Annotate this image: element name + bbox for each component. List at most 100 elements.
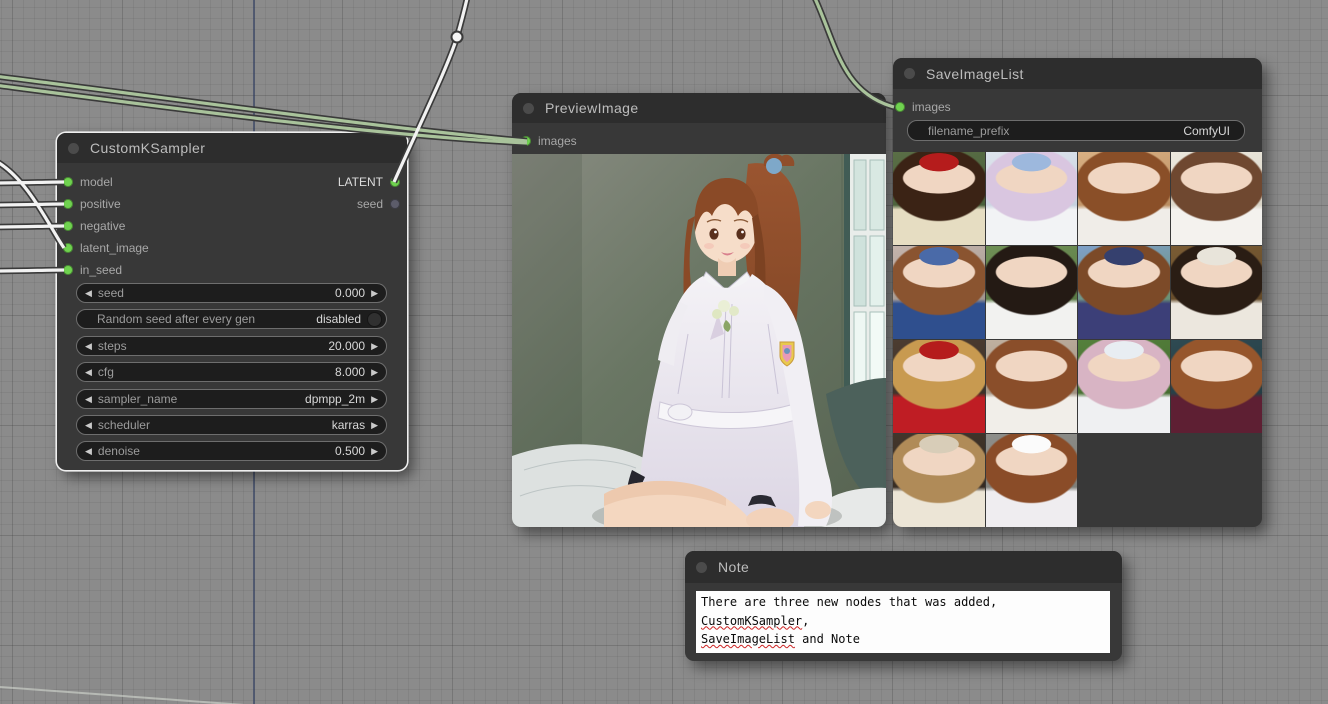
node-titlebar[interactable]: SaveImageList [893,58,1262,89]
increment-arrow-icon[interactable]: ▶ [371,395,378,404]
collapse-dot-icon[interactable] [68,143,79,154]
note-textarea[interactable]: There are three new nodes that was added… [696,591,1110,653]
decrement-arrow-icon[interactable]: ◀ [85,368,92,377]
node-save-image-list[interactable]: SaveImageList images filename_prefixComfy… [893,58,1262,527]
decrement-arrow-icon[interactable]: ◀ [85,395,92,404]
wire-latent-image-in [0,160,64,248]
widget-value: karras [332,418,365,432]
faint-wire-bottom-left [0,687,258,704]
note-text-segment: , [802,614,809,628]
increment-arrow-icon[interactable]: ▶ [371,289,378,298]
input-dot-icon[interactable] [63,199,73,209]
widget-sampler-name[interactable]: ◀ sampler_name dpmpp_2m ▶ [76,389,387,409]
note-word-misspelled: SaveImageList [701,632,795,646]
increment-arrow-icon[interactable]: ▶ [371,342,378,351]
input-port-model[interactable]: model [63,173,113,191]
decrement-arrow-icon[interactable]: ◀ [85,289,92,298]
note-text-segment: There are three new nodes that was added… [701,595,997,609]
widget-steps[interactable]: ◀ steps 20.000 ▶ [76,336,387,356]
widget-scheduler[interactable]: ◀ scheduler karras ▶ [76,415,387,435]
saved-image-thumbnail-girl-blue-swimsuit-room [893,246,985,339]
saved-image-thumbnail-girl-double-buns-navy [1078,246,1170,339]
note-word-misspelled: CustomKSampler [701,614,802,628]
port-label: seed [357,197,383,211]
reroute-dot[interactable] [452,32,463,43]
input-port-latent_image[interactable]: latent_image [63,239,149,257]
node-graph-canvas[interactable]: CustomKSampler model positive negative late… [0,0,1328,704]
saved-images-grid [893,152,1262,527]
wire-in-seed-in [0,270,64,271]
port-label: images [912,100,951,114]
node-titlebar[interactable]: PreviewImage [512,93,886,123]
collapse-dot-icon[interactable] [696,562,707,573]
increment-arrow-icon[interactable]: ▶ [371,421,378,430]
input-port-positive[interactable]: positive [63,195,121,213]
saved-image-thumbnail-girl-blonde-red-dress [893,340,985,433]
input-port-images[interactable]: images [895,98,951,116]
saved-image-thumbnail-girl-white-blouse-warm [1078,152,1170,245]
saved-image-thumbnail-girl-maroon-top-dark [1171,340,1263,433]
saved-image-thumbnail-girl-red-beret-painting [893,152,985,245]
decrement-arrow-icon[interactable]: ◀ [85,342,92,351]
saved-image-thumbnail-girl-black-hair-suspenders [986,246,1078,339]
node-custom-ksampler[interactable]: CustomKSampler model positive negative late… [57,133,407,470]
widget-value: 0.500 [335,444,365,458]
collapse-dot-icon[interactable] [523,103,534,114]
port-label: latent_image [80,241,149,255]
decrement-arrow-icon[interactable]: ◀ [85,447,92,456]
wire-positive-in [0,204,64,205]
preview-image-figure [512,154,886,527]
port-label: images [538,134,577,148]
output-port-latent[interactable]: LATENT [338,173,400,191]
widget-denoise[interactable]: ◀ denoise 0.500 ▶ [76,441,387,461]
widget-filename-prefix[interactable]: filename_prefixComfyUI [907,120,1245,141]
node-preview-image[interactable]: PreviewImage [512,93,886,527]
wire-image-to-save-list [813,0,894,107]
widget-label: sampler_name [98,392,177,406]
note-text-segment: and Note [795,632,860,646]
input-port-negative[interactable]: negative [63,217,125,235]
collapse-dot-icon[interactable] [904,68,915,79]
increment-arrow-icon[interactable]: ▶ [371,368,378,377]
decrement-arrow-icon[interactable]: ◀ [85,421,92,430]
input-dot-icon[interactable] [521,136,531,146]
increment-arrow-icon[interactable]: ▶ [371,447,378,456]
node-titlebar[interactable]: CustomKSampler [57,133,407,163]
widget-label: denoise [98,444,140,458]
input-port-images[interactable]: images [521,132,577,150]
input-dot-icon[interactable] [63,265,73,275]
widget-label: filename_prefix [928,124,1009,138]
port-label: negative [80,219,125,233]
input-port-in_seed[interactable]: in_seed [63,261,122,279]
output-port-seed[interactable]: seed [357,195,400,213]
input-dot-icon[interactable] [63,177,73,187]
input-dot-icon[interactable] [63,243,73,253]
input-dot-icon[interactable] [895,102,905,112]
node-titlebar[interactable]: Note [685,551,1122,583]
saved-image-thumbnail-girl-victorian-dress [893,434,985,527]
widget-label: scheduler [98,418,150,432]
toggle-knob-icon[interactable] [367,312,382,327]
saved-image-thumbnail-girl-pink-hair-trees [1078,340,1170,433]
widget-label: cfg [98,365,114,379]
widget-value: dpmpp_2m [305,392,365,406]
port-label: model [80,175,113,189]
widget-label: steps [98,339,127,353]
widget-value: 0.000 [335,286,365,300]
empty-grid-cell [1171,434,1263,527]
saved-image-thumbnail-girl-maid-gold-frame [1171,246,1263,339]
empty-grid-cell [1078,434,1170,527]
output-dot-icon[interactable] [390,177,400,187]
wire-negative-in [0,226,64,227]
widget-random-seed-after-every-gen[interactable]: Random seed after every gendisabled [76,309,387,329]
output-dot-icon[interactable] [390,199,400,209]
input-dot-icon[interactable] [63,221,73,231]
saved-image-thumbnail-girl-ponytail-choker [986,340,1078,433]
widget-cfg[interactable]: ◀cfg8.000▶ [76,362,387,382]
widget-seed[interactable]: ◀seed0.000▶ [76,283,387,303]
widget-value: 20.000 [328,339,365,353]
node-note[interactable]: Note There are three new nodes that was … [685,551,1122,661]
node-title: PreviewImage [545,100,639,116]
saved-image-thumbnail-girl-white-dress-sitting [986,434,1078,527]
port-label: LATENT [338,175,383,189]
